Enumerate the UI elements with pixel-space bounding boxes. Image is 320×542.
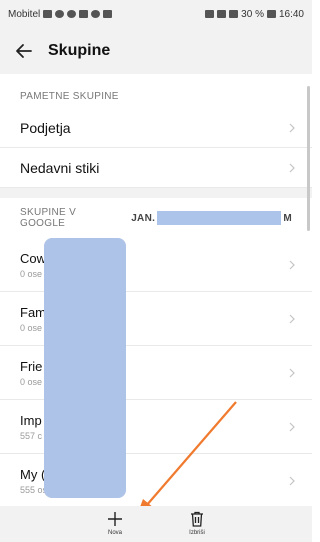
chevron-right-icon <box>289 123 295 132</box>
group-count: 0 ose <box>20 268 43 279</box>
trash-icon <box>191 511 203 527</box>
delete-button[interactable]: Izbriši <box>177 510 217 536</box>
chevron-right-icon <box>289 422 295 431</box>
clock: 16:40 <box>278 8 304 20</box>
bottom-action-bar: Nova Izbriši <box>0 506 312 542</box>
page-title: Skupine <box>48 42 111 59</box>
battery-icon <box>266 10 276 18</box>
chevron-right-icon <box>289 314 295 323</box>
scrollbar-thumb[interactable] <box>307 86 310 231</box>
chevron-right-icon <box>289 476 295 485</box>
group-label: Podjetja <box>20 119 71 136</box>
group-row-podjetja[interactable]: Podjetja <box>0 108 312 148</box>
nfc-icon <box>205 10 215 18</box>
smart-groups-header: PAMETNE SKUPINE <box>20 91 119 102</box>
account-prefix: JAN. <box>131 212 156 224</box>
notification-icon <box>67 10 77 18</box>
google-groups-header: SKUPINE V GOOGLE JAN. M <box>0 198 312 238</box>
back-button[interactable] <box>12 39 36 63</box>
wifi-icon <box>55 10 65 18</box>
group-label: Nedavni stiki <box>20 159 100 176</box>
chevron-right-icon <box>289 260 295 269</box>
google-groups-title: SKUPINE V GOOGLE <box>20 207 77 229</box>
redacted-account <box>157 211 282 225</box>
bluetooth-icon <box>217 10 227 18</box>
group-row-nedavni-stiki[interactable]: Nedavni stiki <box>0 148 312 188</box>
status-right: 30 % 16:40 <box>205 9 304 20</box>
group-label: Frie <box>20 358 43 374</box>
chevron-right-icon <box>289 368 295 377</box>
group-count: 0 ose <box>20 322 43 333</box>
app-bar: Skupine <box>0 28 312 74</box>
signal-icon <box>43 10 53 18</box>
app-notification-icon <box>91 10 101 18</box>
group-label: My ( <box>20 466 46 482</box>
section-divider <box>0 188 312 198</box>
new-group-button[interactable]: Nova <box>95 510 135 536</box>
group-label: Imp <box>20 412 42 428</box>
group-count: 557 c <box>20 430 43 441</box>
carrier-name: Mobitel <box>8 8 41 20</box>
mail-icon <box>103 10 113 18</box>
new-group-label: Nova <box>107 530 122 536</box>
account-suffix: M <box>283 212 292 224</box>
group-count: 0 ose <box>20 376 43 387</box>
chevron-right-icon <box>289 163 295 172</box>
redaction-overlay <box>44 238 126 498</box>
status-left: Mobitel <box>8 8 113 20</box>
plus-icon <box>108 512 122 526</box>
image-icon <box>79 10 89 18</box>
status-bar: Mobitel 30 % 16:40 <box>0 0 312 28</box>
group-label: Fam <box>20 304 46 320</box>
battery-percent: 30 % <box>241 8 264 20</box>
delete-label: Izbriši <box>189 530 205 536</box>
back-arrow-icon <box>16 44 32 58</box>
vibrate-icon <box>229 10 239 18</box>
group-label: Cow <box>20 250 47 266</box>
